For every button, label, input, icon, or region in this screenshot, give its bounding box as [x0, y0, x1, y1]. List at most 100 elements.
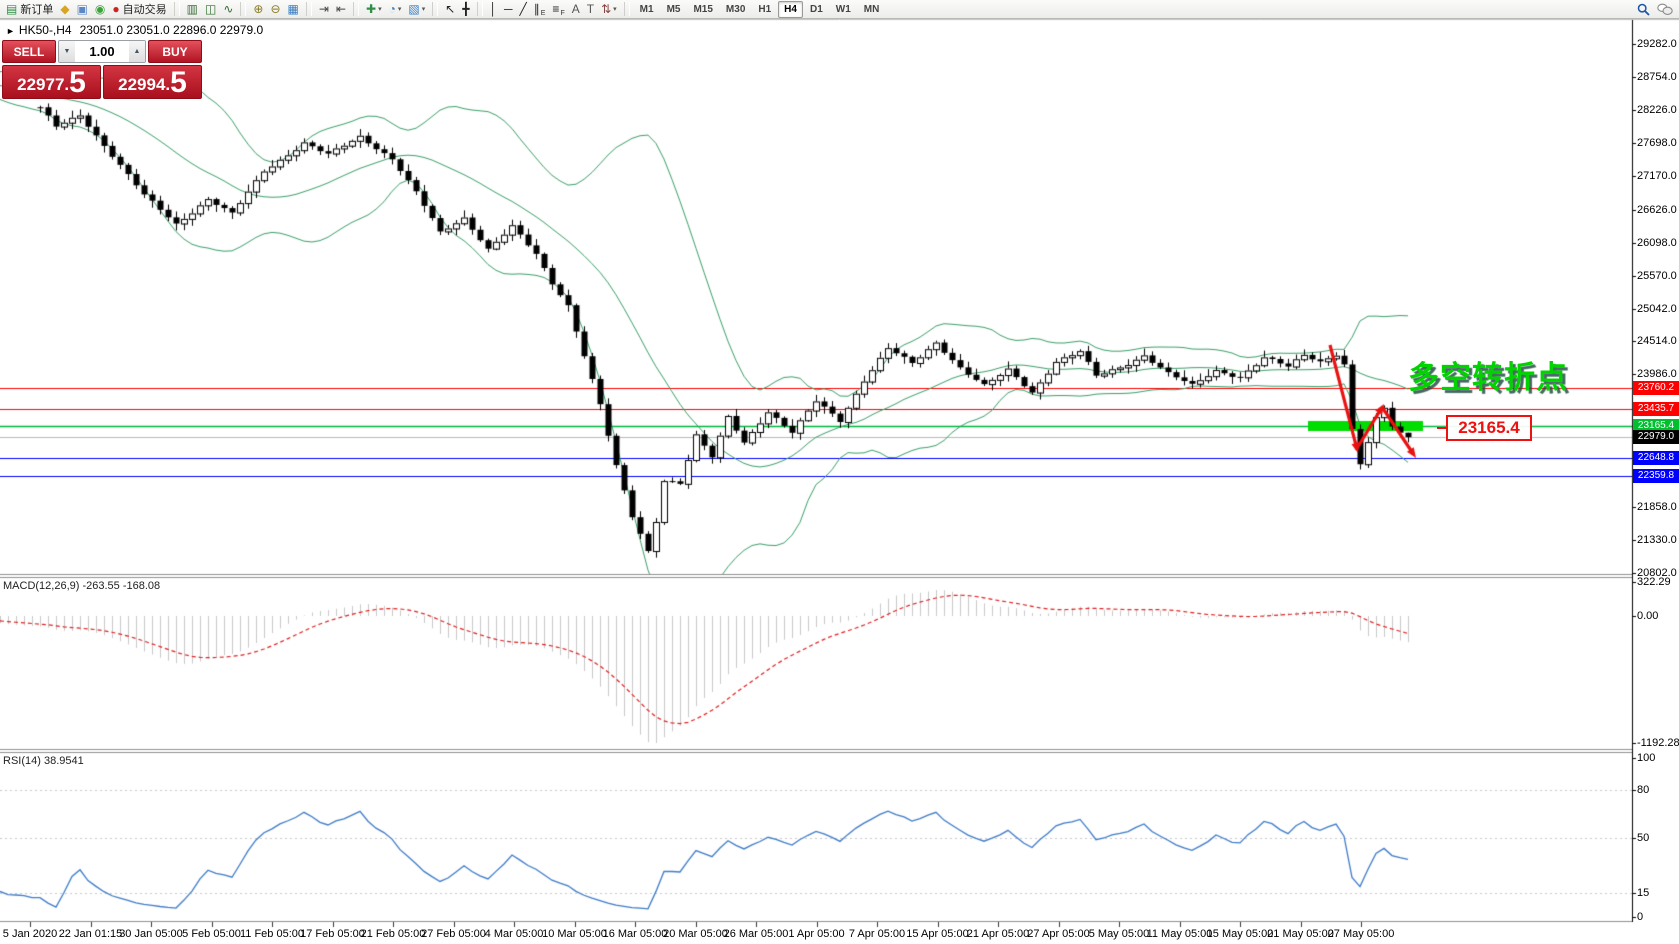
volume-input[interactable]	[75, 41, 129, 62]
rsi-value: 38.9541	[44, 755, 84, 767]
toolbar-separator	[353, 2, 359, 16]
crosshair-button[interactable]: ╋	[459, 1, 472, 17]
arrows-button[interactable]: ⇅▾	[598, 1, 620, 17]
toolbar-separator	[240, 2, 246, 16]
line-chart-icon: ∿	[223, 2, 233, 17]
time-axis-label: 17 Feb 05:00	[300, 928, 365, 940]
arrows-icon: ⇅	[601, 2, 611, 17]
cursor-button[interactable]: ↖	[442, 1, 458, 17]
timeframe-mn-button[interactable]: MN	[858, 1, 886, 18]
timeframe-h4-button[interactable]: H4	[778, 1, 803, 18]
auto-trading-button[interactable]: ● 自动交易	[109, 1, 169, 17]
price-axis-label: 26626.0	[1637, 204, 1677, 216]
time-axis-label: 5 Feb 05:00	[182, 928, 241, 940]
equidistant-channel-button[interactable]: ∥E	[531, 1, 549, 17]
sell-price[interactable]: 22977.5	[2, 65, 101, 99]
price-axis-label: 24514.0	[1637, 335, 1677, 347]
volume-decrease-button[interactable]: ▼	[59, 41, 75, 62]
fibonacci-button[interactable]: ≡F	[549, 1, 567, 17]
zone-price-label[interactable]: 23165.4	[1446, 415, 1532, 441]
price-level-label: 22648.8	[1633, 451, 1679, 465]
trendline-button[interactable]: ╱	[517, 1, 530, 17]
vertical-line-icon: │	[490, 2, 498, 17]
zoom-in-button[interactable]: ⊕	[250, 1, 266, 17]
chevron-down-icon: ▾	[398, 5, 402, 13]
price-chart-canvas[interactable]	[0, 0, 1679, 944]
buy-price[interactable]: 22994.5	[103, 65, 202, 99]
equidistant-channel-icon: ∥	[534, 2, 540, 17]
icon-sub-letter: E	[541, 10, 546, 17]
one-click-trading-panel: SELL ▼ ▲ BUY 22977.5 22994.5	[2, 40, 202, 99]
macd-signal-value: -168.08	[123, 580, 160, 592]
price-axis-label: 21330.0	[1637, 534, 1677, 546]
price-level-label: 23760.2	[1633, 381, 1679, 395]
turning-point-annotation[interactable]: 多空转折点	[1408, 352, 1568, 397]
chart-shift-icon: ⇤	[336, 2, 346, 17]
signals-icon-icon: ◉	[95, 2, 105, 17]
price-axis-label: 25042.0	[1637, 303, 1677, 315]
time-axis-label: 22 Jan 01:15	[59, 928, 123, 940]
tile-windows-button[interactable]: ▦	[285, 1, 302, 17]
time-axis-label: 30 Jan 05:00	[119, 928, 183, 940]
volume-increase-button[interactable]: ▲	[129, 41, 145, 62]
timeframe-d1-button[interactable]: D1	[804, 1, 829, 18]
text-button[interactable]: A	[569, 1, 583, 17]
macd-axis-label: 0.00	[1637, 610, 1658, 622]
time-axis-label: 21 May 05:00	[1267, 928, 1334, 940]
time-axis-label: 5 Jan 2020	[3, 928, 57, 940]
chat-button[interactable]	[1654, 1, 1676, 17]
chart-shift-button[interactable]: ⇤	[333, 1, 349, 17]
bar-chart-icon: ▥	[187, 2, 198, 17]
timeframe-m5-button[interactable]: M5	[661, 1, 687, 18]
time-axis-label: 15 May 05:00	[1207, 928, 1274, 940]
chart-title: ►HK50-,H423051.0 23051.0 22896.0 22979.0	[6, 23, 263, 37]
price-axis-label: 29282.0	[1637, 38, 1677, 50]
vertical-line-button[interactable]: │	[487, 1, 501, 17]
candlestick-chart-button[interactable]: ◫	[202, 1, 219, 17]
price-axis-label: 28754.0	[1637, 71, 1677, 83]
auto-trading-icon: ●	[112, 2, 119, 17]
text-label-button[interactable]: T	[584, 1, 597, 17]
ducats-icon-button[interactable]: ◆	[57, 1, 72, 17]
timeframe-m15-button[interactable]: M15	[687, 1, 718, 18]
time-axis-label: 15 Apr 05:00	[906, 928, 968, 940]
rsi-name: RSI(14)	[3, 755, 41, 767]
bar-chart-button[interactable]: ▥	[184, 1, 201, 17]
rsi-axis-label: 50	[1637, 832, 1649, 844]
new-order-button[interactable]: ▤新订单	[3, 1, 56, 17]
zoom-in-icon: ⊕	[253, 2, 263, 17]
toolbar-button-label: 新订单	[20, 1, 53, 17]
time-axis-label: 27 May 05:00	[1328, 928, 1395, 940]
price-axis-label: 27698.0	[1637, 137, 1677, 149]
indicators-button[interactable]: ✚▾	[363, 1, 385, 17]
search-button[interactable]	[1634, 1, 1653, 17]
line-chart-button[interactable]: ∿	[220, 1, 236, 17]
fibonacci-icon: ≡	[552, 2, 559, 17]
timeframe-w1-button[interactable]: W1	[830, 1, 857, 18]
horizontal-line-icon: ─	[504, 2, 513, 17]
time-axis-label: 27 Feb 05:00	[421, 928, 486, 940]
chat-icon	[1657, 3, 1673, 16]
terminal-icon-icon: ▣	[77, 2, 88, 17]
zoom-out-button[interactable]: ⊖	[267, 1, 283, 17]
horizontal-line-button[interactable]: ─	[501, 1, 516, 17]
timeframe-m30-button[interactable]: M30	[720, 1, 751, 18]
toolbar: ▤新订单◆▣◉●自动交易▥◫∿⊕⊖▦⇥⇤✚▾◔▾▧▾↖╋│─╱∥E≡FAT⇅▾M…	[0, 0, 1679, 19]
rsi-indicator-title: RSI(14) 38.9541	[3, 755, 84, 767]
buy-price-big-digit: 5	[170, 70, 187, 96]
toolbar-button-label: 自动交易	[123, 1, 167, 17]
buy-button[interactable]: BUY	[148, 40, 202, 63]
timeframe-h1-button[interactable]: H1	[752, 1, 777, 18]
auto-scroll-button[interactable]: ⇥	[316, 1, 332, 17]
timeframe-m1-button[interactable]: M1	[634, 1, 660, 18]
chart-marker-icon: ►	[6, 26, 15, 36]
sell-button[interactable]: SELL	[2, 40, 56, 63]
time-axis-label: 26 Mar 05:00	[724, 928, 789, 940]
periods-button[interactable]: ◔▾	[386, 1, 405, 17]
signals-icon-button[interactable]: ◉	[92, 1, 108, 17]
price-level-label: 22979.0	[1633, 430, 1679, 444]
price-level-label: 23435.7	[1633, 402, 1679, 416]
toolbar-separator	[477, 2, 483, 16]
terminal-icon-button[interactable]: ▣	[74, 1, 91, 17]
templates-button[interactable]: ▧▾	[405, 1, 428, 17]
